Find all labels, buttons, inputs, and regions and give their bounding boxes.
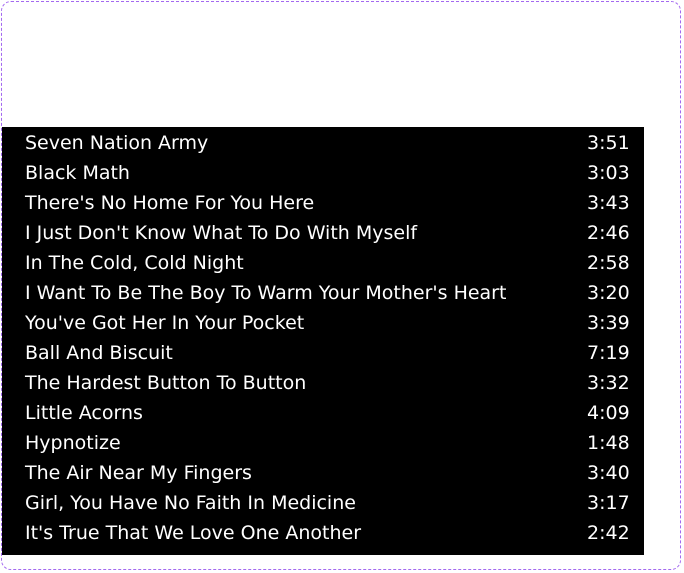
track-row[interactable]: The Hardest Button To Button 3:32 [2, 368, 644, 398]
track-title: Hypnotize [25, 432, 121, 454]
track-title: In The Cold, Cold Night [25, 252, 244, 274]
track-duration: 2:46 [587, 222, 630, 244]
track-duration: 3:51 [587, 132, 630, 154]
track-row[interactable]: The Air Near My Fingers 3:40 [2, 458, 644, 488]
track-duration: 3:32 [587, 372, 630, 394]
track-row[interactable]: Seven Nation Army 3:51 [2, 128, 644, 158]
track-duration: 4:09 [587, 402, 630, 424]
track-list: Seven Nation Army 3:51 Black Math 3:03 There… [2, 127, 644, 555]
track-duration: 3:43 [587, 192, 630, 214]
track-duration: 7:19 [587, 342, 630, 364]
track-row[interactable]: There's No Home For You Here 3:43 [2, 188, 644, 218]
track-title: Seven Nation Army [25, 132, 209, 154]
track-row[interactable]: Girl, You Have No Faith In Medicine 3:17 [2, 488, 644, 518]
track-row[interactable]: Ball And Biscuit 7:19 [2, 338, 644, 368]
track-duration: 3:17 [587, 492, 630, 514]
track-title: Ball And Biscuit [25, 342, 173, 364]
track-title: Little Acorns [25, 402, 143, 424]
track-duration: 3:03 [587, 162, 630, 184]
track-list-items: Seven Nation Army 3:51 Black Math 3:03 There… [2, 128, 644, 548]
track-row[interactable]: Little Acorns 4:09 [2, 398, 644, 428]
track-duration: 3:40 [587, 462, 630, 484]
track-title: It's True That We Love One Another [25, 522, 362, 544]
track-row[interactable]: It's True That We Love One Another 2:42 [2, 518, 644, 548]
track-row[interactable]: Black Math 3:03 [2, 158, 644, 188]
track-title: The Hardest Button To Button [25, 372, 307, 394]
track-row[interactable]: You've Got Her In Your Pocket 3:39 [2, 308, 644, 338]
track-title: I Want To Be The Boy To Warm Your Mother… [25, 282, 507, 304]
track-row[interactable]: Hypnotize 1:48 [2, 428, 644, 458]
track-title: Girl, You Have No Faith In Medicine [25, 492, 356, 514]
track-title: I Just Don't Know What To Do With Myself [25, 222, 418, 244]
track-row[interactable]: I Just Don't Know What To Do With Myself… [2, 218, 644, 248]
track-row[interactable]: I Want To Be The Boy To Warm Your Mother… [2, 278, 644, 308]
track-duration: 1:48 [587, 432, 630, 454]
track-title: The Air Near My Fingers [25, 462, 252, 484]
track-duration: 3:39 [587, 312, 630, 334]
track-title: Black Math [25, 162, 130, 184]
track-title: You've Got Her In Your Pocket [25, 312, 305, 334]
track-title: There's No Home For You Here [25, 192, 315, 214]
track-duration: 3:20 [587, 282, 630, 304]
track-row[interactable]: In The Cold, Cold Night 2:58 [2, 248, 644, 278]
track-duration: 2:42 [587, 522, 630, 544]
track-duration: 2:58 [587, 252, 630, 274]
